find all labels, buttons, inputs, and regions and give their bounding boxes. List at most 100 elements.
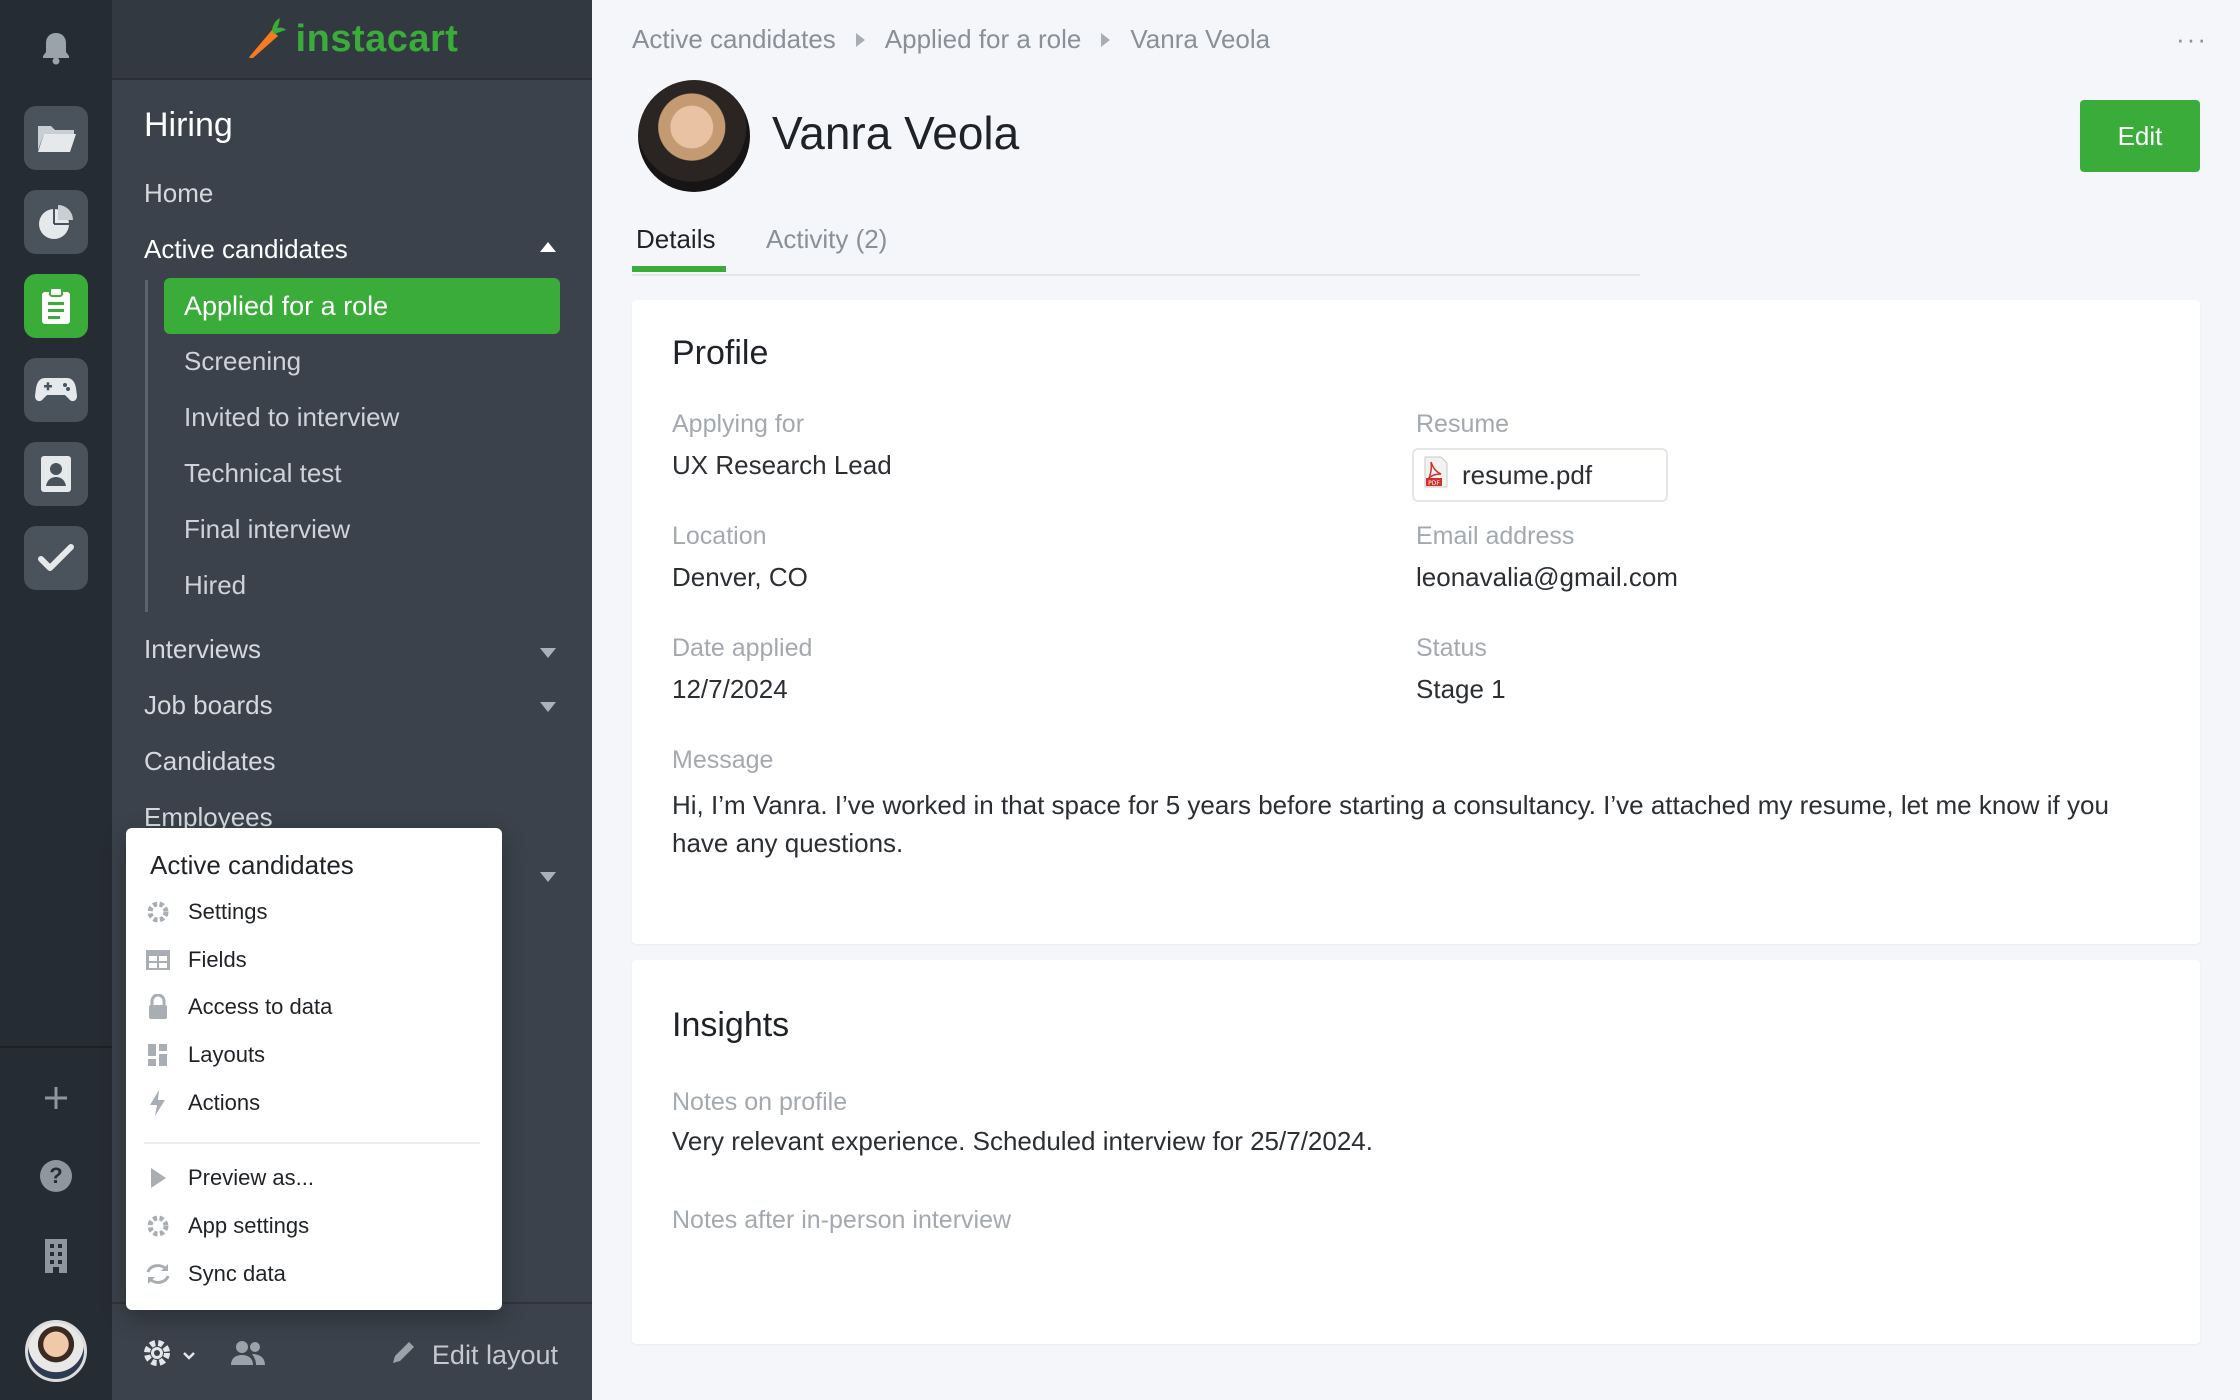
lightning-icon [144, 1089, 172, 1117]
nav-item-home[interactable]: Home [144, 178, 213, 209]
breadcrumb: Active candidates Applied for a role Van… [632, 24, 1270, 55]
pie-chart-icon[interactable] [24, 190, 88, 254]
plus-icon[interactable] [34, 1076, 78, 1120]
sub-item-applied-for-a-role[interactable]: Applied for a role [164, 278, 560, 334]
applying-for-value: UX Research Lead [672, 450, 892, 480]
status-label: Status [1416, 634, 1487, 662]
layout-grid-icon [144, 1041, 172, 1069]
gear-icon[interactable] [142, 1338, 172, 1373]
nav-title: Hiring [144, 106, 233, 144]
sub-item-invited-to-interview[interactable]: Invited to interview [184, 402, 399, 433]
status-value: Stage 1 [1416, 674, 1506, 704]
pdf-file-icon: PDF [1424, 456, 1448, 495]
nav-item-candidates[interactable]: Candidates [144, 746, 276, 777]
menu-item-label: App settings [188, 1213, 310, 1238]
notes-after-interview-label: Notes after in-person interview [672, 1206, 1012, 1234]
menu-item-label: Access to data [188, 994, 333, 1019]
email-label: Email address [1416, 522, 1575, 550]
tab-bar: Details Activity (2) [632, 220, 1640, 276]
caret-down-icon[interactable] [540, 702, 556, 712]
breadcrumb-separator-icon [1101, 32, 1111, 47]
gear-icon [144, 1212, 172, 1240]
date-applied-label: Date applied [672, 634, 813, 662]
caret-down-icon[interactable] [540, 872, 556, 882]
active-tab-indicator [632, 266, 726, 272]
popup-title: Active candidates [150, 850, 354, 880]
check-icon[interactable] [24, 526, 88, 590]
location-value: Denver, CO [672, 562, 808, 592]
folder-icon[interactable] [24, 106, 88, 170]
brand-header[interactable]: instacart [112, 0, 592, 80]
menu-item-label: Sync data [188, 1261, 286, 1286]
gear-icon [144, 898, 172, 926]
brand-name: instacart [295, 17, 459, 60]
menu-item-label: Fields [188, 947, 247, 972]
carrot-logo-icon [246, 16, 286, 63]
building-icon[interactable] [34, 1234, 78, 1278]
nav-item-active-candidates[interactable]: Active candidates [144, 234, 348, 265]
sync-icon [144, 1260, 172, 1288]
menu-item-actions[interactable]: Actions [144, 1089, 260, 1117]
menu-item-settings[interactable]: Settings [144, 898, 268, 926]
caret-down-icon[interactable] [540, 648, 556, 658]
nav-item-interviews[interactable]: Interviews [144, 634, 261, 665]
svg-text:?: ? [49, 1163, 62, 1188]
menu-item-sync-data[interactable]: Sync data [144, 1260, 286, 1288]
edit-button[interactable]: Edit [2080, 100, 2200, 172]
sub-item-screening[interactable]: Screening [184, 346, 301, 377]
play-icon [144, 1164, 172, 1192]
menu-item-app-settings[interactable]: App settings [144, 1212, 309, 1240]
help-icon[interactable]: ? [34, 1154, 78, 1198]
chevron-down-icon[interactable] [182, 1348, 196, 1366]
gamepad-icon[interactable] [24, 358, 88, 422]
profile-title: Profile [672, 334, 769, 372]
clipboard-icon[interactable] [24, 274, 88, 338]
nav-item-job-boards[interactable]: Job boards [144, 690, 273, 721]
resume-file-chip[interactable]: PDF resume.pdf [1412, 448, 1668, 502]
menu-item-access-to-data[interactable]: Access to data [144, 993, 332, 1021]
people-icon[interactable] [230, 1340, 266, 1371]
insights-card: Insights Notes on profile Very relevant … [632, 960, 2200, 1344]
applying-for-label: Applying for [672, 410, 805, 438]
more-options-icon[interactable]: ··· [2176, 24, 2208, 55]
resume-label: Resume [1416, 410, 1510, 438]
breadcrumb-item[interactable]: Applied for a role [885, 24, 1082, 55]
contact-card-icon[interactable] [24, 442, 88, 506]
submenu-guide-line [145, 280, 148, 612]
sub-item-hired[interactable]: Hired [184, 570, 246, 601]
pencil-icon [390, 1338, 418, 1373]
candidate-name: Vanra Veola [772, 107, 1020, 159]
menu-item-fields[interactable]: Fields [144, 946, 247, 974]
tab-details[interactable]: Details [636, 224, 715, 255]
resume-file-name: resume.pdf [1462, 459, 1593, 490]
notes-on-profile-label: Notes on profile [672, 1088, 848, 1116]
lock-icon [144, 993, 172, 1021]
menu-item-layouts[interactable]: Layouts [144, 1041, 265, 1069]
active-candidates-menu: Active candidates Settings Fields Access… [126, 828, 502, 1310]
date-applied-value: 12/7/2024 [672, 674, 788, 704]
notes-on-profile-value: Very relevant experience. Scheduled inte… [672, 1126, 1373, 1156]
insights-title: Insights [672, 1006, 790, 1044]
profile-card: Profile Applying for UX Research Lead Re… [632, 300, 2200, 944]
breadcrumb-item[interactable]: Active candidates [632, 24, 836, 55]
menu-item-label: Layouts [188, 1042, 266, 1067]
breadcrumb-separator-icon [855, 32, 865, 47]
candidate-avatar [638, 80, 750, 192]
svg-text:PDF: PDF [1428, 480, 1440, 487]
tab-activity[interactable]: Activity (2) [766, 224, 887, 255]
message-label: Message [672, 746, 774, 774]
sub-item-technical-test[interactable]: Technical test [184, 458, 342, 489]
bell-icon[interactable] [36, 28, 76, 68]
message-text: Hi, I’m Vanra. I’ve worked in that space… [672, 790, 2109, 858]
caret-up-icon[interactable] [540, 242, 556, 252]
breadcrumb-current: Vanra Veola [1130, 24, 1271, 54]
edit-layout-button[interactable]: Edit layout [390, 1338, 558, 1373]
user-avatar[interactable] [25, 1320, 87, 1382]
location-label: Location [672, 522, 767, 550]
menu-divider [144, 1142, 480, 1144]
rail-divider [0, 1046, 112, 1048]
email-value[interactable]: leonavalia@gmail.com [1416, 562, 1678, 593]
table-icon [144, 946, 172, 974]
menu-item-preview-as[interactable]: Preview as... [144, 1164, 314, 1192]
sub-item-final-interview[interactable]: Final interview [184, 514, 350, 545]
